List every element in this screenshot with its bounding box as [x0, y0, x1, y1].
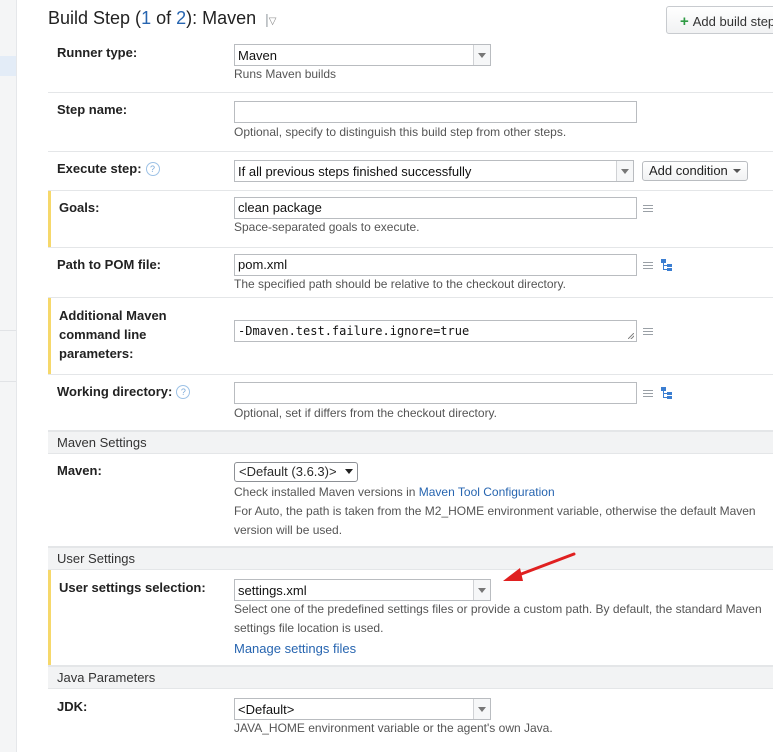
sidebar-selected-item[interactable]	[0, 56, 16, 76]
chevron-down-icon	[473, 45, 490, 65]
additional-params-row: Additional Maven command line parameters: …	[48, 298, 773, 375]
user-settings-note: Select one of the predefined settings fi…	[234, 602, 762, 635]
jdk-note: JAVA_HOME environment variable or the ag…	[234, 721, 553, 735]
runner-type-row: Runner type: Maven Runs Maven builds	[48, 36, 773, 93]
jdk-label: JDK:	[57, 699, 88, 714]
add-condition-button[interactable]: Add condition	[642, 161, 748, 181]
user-settings-row: User settings selection: settings.xml Se…	[48, 570, 773, 666]
runner-type-select[interactable]: Maven	[234, 44, 491, 66]
parameters-icon[interactable]	[643, 262, 653, 270]
file-tree-icon[interactable]	[661, 259, 673, 271]
jdk-select[interactable]: <Default>	[234, 698, 491, 720]
maven-tool-config-link[interactable]: Maven Tool Configuration	[419, 485, 555, 499]
file-tree-icon[interactable]	[661, 387, 673, 399]
working-dir-note: Optional, set if differs from the checko…	[234, 406, 498, 420]
step-name-note: Optional, specify to distinguish this bu…	[234, 125, 567, 139]
runner-type-label: Runner type:	[57, 45, 138, 60]
additional-params-label: Additional Maven command line parameters:	[59, 308, 167, 361]
parameters-icon[interactable]	[643, 205, 653, 213]
parameters-icon[interactable]	[643, 328, 653, 336]
goals-note: Space-separated goals to execute.	[234, 220, 420, 234]
add-build-step-button[interactable]: + Add build step	[666, 6, 773, 34]
execute-step-select[interactable]: If all previous steps finished successfu…	[234, 160, 634, 182]
pom-path-note: The specified path should be relative to…	[234, 277, 566, 291]
maven-version-select[interactable]: <Default (3.6.3)>	[234, 462, 358, 482]
goals-row: Goals: clean package Space-separated goa…	[48, 191, 773, 248]
goals-input[interactable]: clean package	[234, 197, 637, 219]
chevron-down-icon	[344, 469, 353, 474]
maven-label: Maven:	[57, 463, 102, 478]
help-icon[interactable]: ?	[145, 162, 160, 176]
jdk-row: JDK: <Default> JAVA_HOME environment var…	[48, 689, 773, 749]
caret-down-icon	[732, 169, 741, 173]
step-name-row: Step name: Optional, specify to distingu…	[48, 93, 773, 152]
maven-auto-note: For Auto, the path is taken from the M2_…	[234, 504, 756, 537]
total-steps-link[interactable]: 2	[176, 8, 186, 28]
execute-step-label: Execute step:?	[57, 159, 160, 178]
step-dropdown-icon[interactable]: ▽	[269, 16, 277, 27]
build-step-form: Runner type: Maven Runs Maven builds Ste…	[48, 36, 773, 749]
sidebar-divider	[0, 330, 16, 331]
help-icon[interactable]: ?	[176, 385, 191, 399]
chevron-down-icon	[473, 580, 490, 600]
chevron-down-icon	[473, 699, 490, 719]
app-sidebar-strip	[0, 0, 17, 752]
java-parameters-section-header: Java Parameters	[48, 666, 773, 689]
resize-grip-icon[interactable]	[628, 333, 634, 339]
maven-note: Check installed Maven versions in Maven …	[234, 485, 555, 499]
user-settings-label: User settings selection:	[59, 580, 206, 595]
step-name-input[interactable]	[234, 101, 637, 123]
pom-path-label: Path to POM file:	[57, 257, 161, 272]
parameters-icon[interactable]	[643, 390, 653, 398]
additional-params-textarea[interactable]: -Dmaven.test.failure.ignore=true	[234, 320, 637, 342]
user-settings-select[interactable]: settings.xml	[234, 579, 491, 601]
execute-step-row: Execute step:? If all previous steps fin…	[48, 152, 773, 191]
pom-path-row: Path to POM file: pom.xml The specified …	[48, 248, 773, 298]
working-dir-label: Working directory:?	[57, 382, 191, 401]
sidebar-divider	[0, 381, 16, 382]
maven-row: Maven: <Default (3.6.3)> Check installed…	[48, 454, 773, 547]
manage-settings-files-link[interactable]: Manage settings files	[234, 639, 356, 658]
working-dir-input[interactable]	[234, 382, 637, 404]
plus-icon: +	[680, 13, 689, 30]
step-name-label: Step name:	[57, 102, 128, 117]
working-dir-row: Working directory:? Optional, set if dif…	[48, 375, 773, 431]
runner-type-note: Runs Maven builds	[234, 67, 337, 81]
current-step-link[interactable]: 1	[141, 8, 151, 28]
page-title: Build Step (1 of 2): Maven |▽	[48, 8, 277, 28]
pom-path-input[interactable]: pom.xml	[234, 254, 637, 276]
user-settings-section-header: User Settings	[48, 547, 773, 570]
maven-settings-section-header: Maven Settings	[48, 431, 773, 454]
goals-label: Goals:	[59, 200, 100, 215]
annotation-arrow-icon	[503, 552, 576, 581]
chevron-down-icon	[616, 161, 633, 181]
